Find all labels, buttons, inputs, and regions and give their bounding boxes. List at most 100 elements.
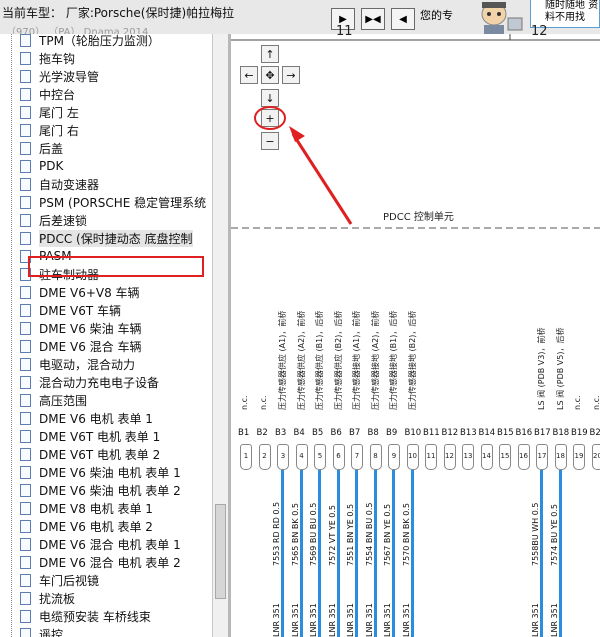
center-view-button[interactable]: ✥ [261, 66, 279, 84]
tree-item[interactable]: 扰流板 [20, 589, 75, 607]
tree-item[interactable]: DME V6 混合 电机 表单 2 [20, 553, 181, 571]
document-icon [20, 573, 31, 587]
tree-item[interactable]: DME V6 电机 表单 2 [20, 517, 153, 535]
pin-code: B14 [478, 428, 496, 438]
tree-item[interactable]: 中控台 [20, 85, 75, 103]
tree-item[interactable]: PDCC (保时捷动态 底盘控制 [20, 229, 193, 247]
tree-item[interactable]: PDK [20, 157, 63, 175]
tree-item[interactable]: DME V6 混合 车辆 [20, 337, 141, 355]
pin-function-label: LS 阀 (PDB V5)，后桥 [555, 327, 565, 410]
prev-page-button[interactable]: ◀ [391, 8, 415, 30]
pin-code: B15 [497, 428, 514, 438]
tree-item[interactable]: DME V6 混合 电机 表单 1 [20, 535, 181, 553]
wire-code-label: 7553 RD RD 0.5 [272, 501, 281, 566]
arrow-up-icon: ↑ [265, 47, 275, 61]
document-icon [20, 555, 31, 569]
tree-item[interactable]: 车门后视镜 [20, 571, 99, 589]
grid-label-11: 11 [336, 24, 353, 39]
play-left-icon: ◀ [399, 13, 407, 25]
tree-item[interactable]: 后差速锁 [20, 211, 87, 229]
pin-function-label: 压力传感器供应 (A1)，前桥 [278, 310, 287, 410]
tree-item-label: DME V6 柴油 车辆 [39, 321, 142, 336]
pin-code: B12 [441, 428, 459, 438]
document-icon [20, 465, 31, 479]
wire-lnr-label: LNR 351 [549, 603, 559, 637]
document-icon [20, 123, 31, 137]
tree-item[interactable]: PSM (PORSCHE 稳定管理系统 [20, 193, 206, 211]
tree-item[interactable]: DME V6T 车辆 [20, 301, 121, 319]
pin-terminal: 9 [388, 444, 400, 470]
tree-item[interactable]: 高压范围 [20, 391, 87, 409]
pin-code: B16 [515, 428, 533, 438]
grid-label-12: 12 [531, 24, 548, 39]
pin-function-label: 压力传感器供应 (A2)，前桥 [296, 310, 306, 410]
tree-item[interactable]: 尾门 左 [20, 103, 79, 121]
wire-lnr-label: LNR 351 [272, 603, 281, 637]
tree-item[interactable]: DME V6 电机 表单 1 [20, 409, 153, 427]
pin-terminal: 15 [499, 444, 511, 470]
scrollbar-thumb[interactable] [215, 504, 226, 599]
wire-code-label: 7551 BN YE 0.5 [346, 503, 355, 566]
tree-item-label: 扰流板 [39, 591, 76, 606]
wire-lnr-label: LNR 351 [346, 603, 355, 637]
tree-item[interactable]: 拖车钩 [20, 49, 75, 67]
pin-function-label: 压力传感器供应 (B1)，后桥 [315, 310, 324, 410]
tree-item[interactable]: TPM（轮胎压力监测） [20, 34, 160, 49]
wire-lnr-label: LNR 351 [290, 603, 300, 637]
pan-up-button[interactable]: ↑ [261, 45, 279, 63]
pan-right-button[interactable]: → [282, 66, 300, 84]
tree-item-label: DME V6 电机 表单 1 [39, 411, 153, 426]
tree-item[interactable]: DME V6 柴油 电机 表单 1 [20, 463, 181, 481]
document-icon [20, 303, 31, 317]
tree-item[interactable]: 自动变速器 [20, 175, 99, 193]
document-icon [20, 141, 31, 155]
tree-item[interactable]: DME V6 柴油 电机 表单 2 [20, 481, 181, 499]
pin-code: B6 [330, 428, 342, 438]
document-icon [20, 51, 31, 65]
wire-lnr-label: LNR 351 [401, 603, 411, 637]
tree-item[interactable]: 遥控... [20, 625, 74, 637]
pin-terminal: 1 [240, 444, 252, 470]
tree-item[interactable]: DME V6+V8 车辆 [20, 283, 140, 301]
tree-item-label: 后差速锁 [39, 213, 88, 228]
pin-code: B9 [386, 428, 398, 438]
pin-terminal: 10 [406, 444, 419, 470]
pin-function-label: n.c. [573, 395, 582, 410]
pin-function-label: 压力传感器供应 (B2)，后桥 [333, 310, 343, 410]
pin-code: B5 [312, 428, 324, 438]
tree-item-label: DME V6T 电机 表单 1 [39, 429, 161, 444]
center-icon: ✥ [265, 68, 275, 82]
tree-item[interactable]: 电缆预安装 车桥线束 [20, 607, 151, 625]
pin-terminal: 16 [517, 444, 530, 470]
pin-function-label: 压力传感器接地 (A1)，前桥 [352, 310, 361, 410]
tree-item[interactable]: DME V6T 电机 表单 1 [20, 427, 160, 445]
pin-terminal: 5 [314, 444, 326, 470]
wire-line [281, 470, 284, 637]
tree-item[interactable]: 光学波导管 [20, 67, 99, 85]
tree-item-label: DME V6 柴油 电机 表单 1 [39, 465, 181, 480]
pin-code: B1 [238, 428, 250, 438]
tree-item[interactable]: 后盖 [20, 139, 63, 157]
tree-item[interactable]: DME V6 柴油 车辆 [20, 319, 141, 337]
mascot-icon [481, 2, 523, 34]
pan-left-button[interactable]: ← [240, 66, 258, 84]
tree-item[interactable]: DME V6T 电机 表单 2 [20, 445, 160, 463]
document-icon [20, 375, 31, 389]
tree-item-label: PDK [39, 159, 64, 173]
document-icon [20, 501, 31, 515]
pin-code: B19 [571, 428, 588, 438]
tree-item-label: DME V6 混合 车辆 [39, 339, 142, 354]
tree-item[interactable]: 混合动力充电电子设备 [20, 373, 159, 391]
hint-text: 您的专 [420, 9, 453, 22]
expand-button[interactable]: ▶◀ [361, 8, 385, 30]
tree-item[interactable]: 尾门 右 [20, 121, 79, 139]
tree-scrollbar[interactable] [212, 34, 228, 637]
document-icon [20, 213, 31, 227]
tree-item[interactable]: 电驱动，混合动力 [20, 355, 135, 373]
document-icon [20, 177, 31, 191]
wire-code-label: 7565 BN BK 0.5 [290, 503, 300, 566]
pin-terminal: 3 [277, 444, 289, 470]
tree-item[interactable]: DME V8 电机 表单 1 [20, 499, 153, 517]
document-icon [20, 357, 31, 371]
pin-code: B2 [256, 428, 268, 438]
